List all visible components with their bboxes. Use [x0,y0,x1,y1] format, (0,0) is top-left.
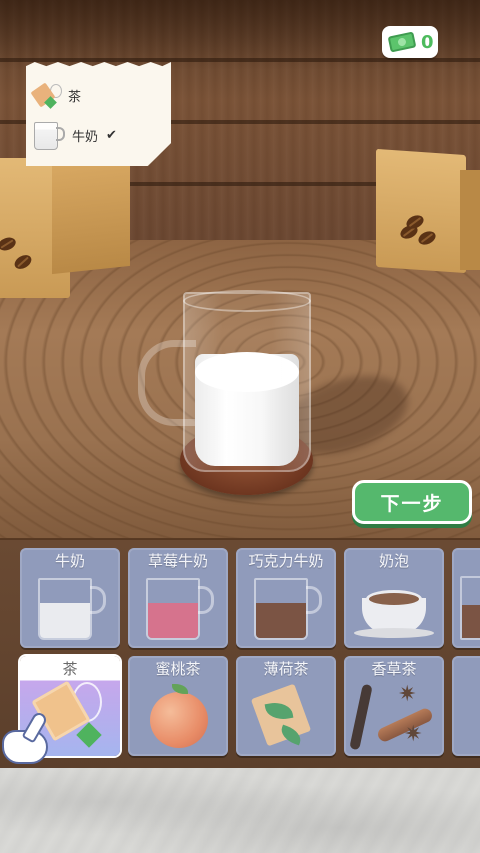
ingredient-mint-tea[interactable]: 薄荷茶 [236,656,336,756]
ingredient-milk-foam[interactable]: 奶泡 [344,548,444,648]
strawberry-milk-pitcher-icon [146,578,200,640]
recipe-item-milk: 牛奶 ✔ [32,118,117,152]
ingredient-label: 薄荷茶 [263,660,309,678]
tutorial-hand-pointer-icon [0,710,60,766]
ingredient-peach-tea[interactable]: 蜜桃茶 [128,656,228,756]
ingredient-label: 蜜桃茶 [155,660,201,678]
recipe-item-label: 牛奶 [72,129,99,145]
chocolate-milk-pitcher-icon [254,578,308,640]
ingredient-milk[interactable]: 牛奶 [20,548,120,648]
glass-cup[interactable] [183,292,311,472]
ingredient-partial[interactable] [452,548,480,648]
vanilla-pod-icon [349,683,373,751]
recipe-note: 茶 牛奶 ✔ [26,62,171,166]
milk-jug-icon [32,118,66,152]
star-anise-icon: ✷ [398,682,417,707]
recipe-item-tea: 茶 [30,82,82,109]
ingredient-label: 草莓牛奶 [147,552,208,570]
ingredient-vanilla-tea[interactable]: 香草茶 ✷ ✷ [344,656,444,756]
ingredient-label: 牛奶 [54,552,85,570]
ingredient-chocolate-milk[interactable]: 巧克力牛奶 [236,548,336,648]
tea-bag-icon [30,82,62,109]
ingredient-strawberry-milk[interactable]: 草莓牛奶 [128,548,228,648]
money-value: 0 [421,31,434,53]
peach-icon [150,692,208,748]
milk-foam-cup-icon [354,590,434,638]
money-counter: 0 [382,26,438,58]
ingredient-label: 香草茶 [371,660,417,678]
cash-icon [387,31,417,53]
cup-rim [183,290,311,312]
ingredient-partial-2[interactable] [452,656,480,756]
partial-jug-icon [460,576,480,640]
star-anise-icon: ✷ [404,722,423,747]
pitcher-handle [306,586,322,614]
recipe-item-label: 茶 [68,89,82,105]
pitcher-handle [198,586,214,614]
ingredient-shelf: 牛奶 草莓牛奶 巧克力牛奶 奶泡 茶 蜜桃茶 薄荷茶 香草茶 ✷ ✷ [0,540,480,770]
game-scene: 0 茶 牛奶 ✔ 下一步 牛奶 草莓牛奶 巧克力牛奶 奶泡 茶 蜜桃茶 薄荷茶 … [0,0,480,853]
ingredient-label: 巧克力牛奶 [248,552,324,570]
ingredient-label: 茶 [62,660,78,678]
pitcher-handle [90,586,106,614]
check-icon: ✔ [106,127,117,143]
marble-floor [0,768,480,853]
ingredient-label: 奶泡 [378,552,409,570]
next-step-button[interactable]: 下一步 [352,480,472,524]
milk-pitcher-icon [38,578,92,640]
